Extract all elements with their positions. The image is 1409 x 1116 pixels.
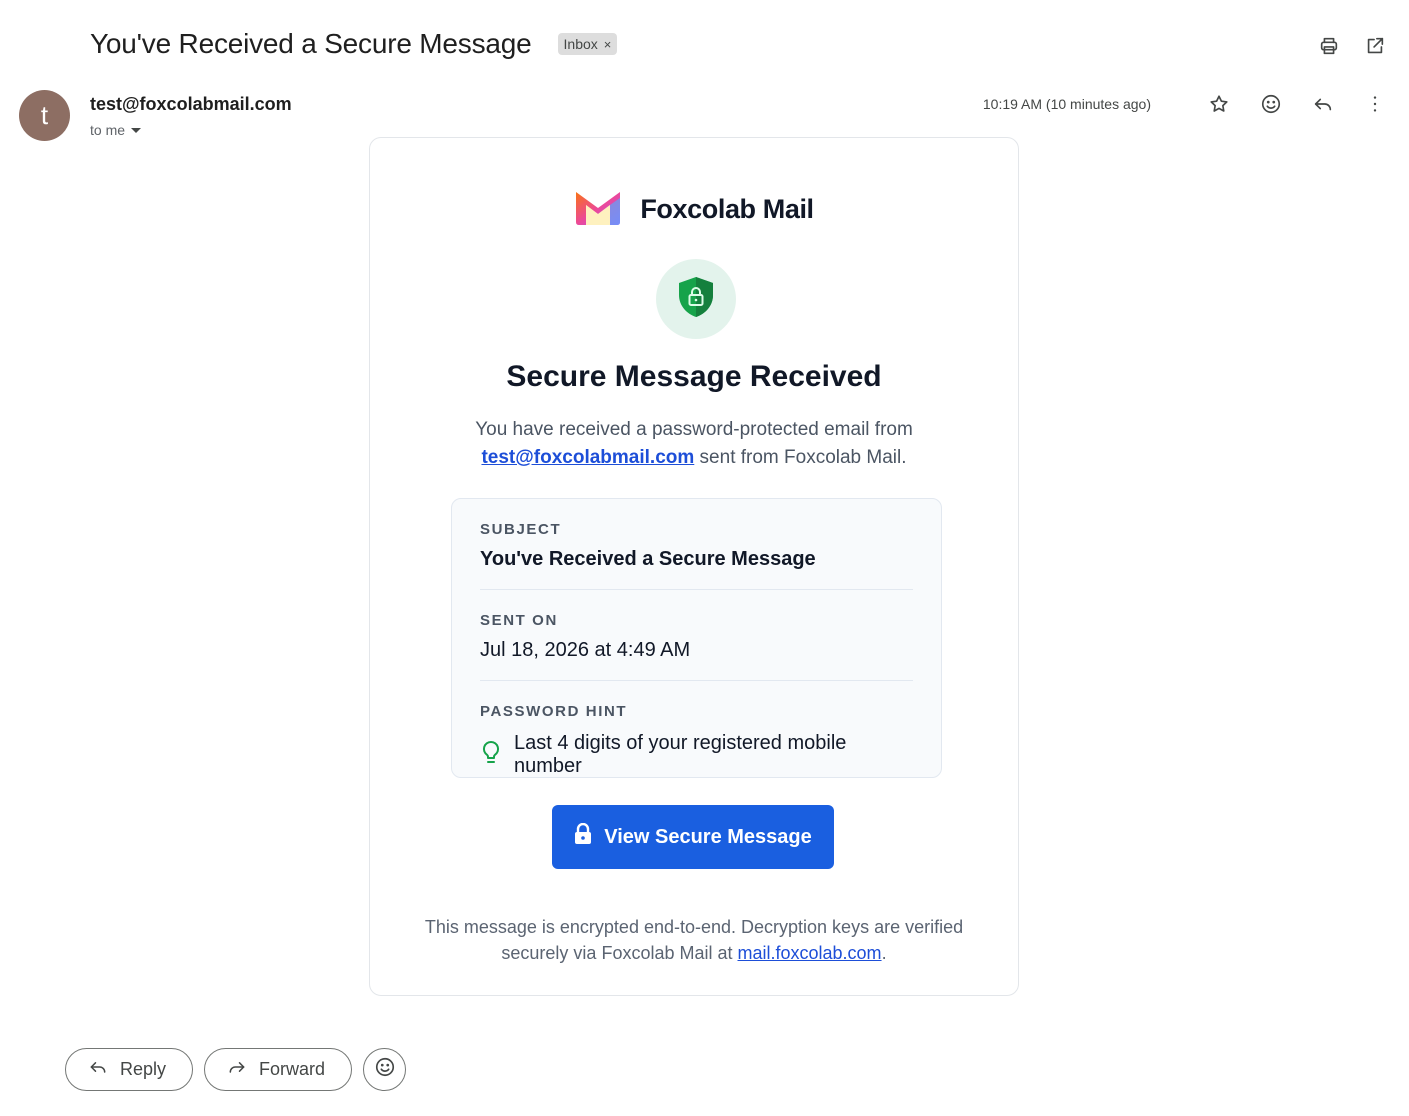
intro-prefix: You have received a password-protected e… xyxy=(475,419,913,440)
intro-suffix: sent from Foxcolab Mail. xyxy=(694,447,907,468)
intro-text: You have received a password-protected e… xyxy=(410,416,978,472)
sender-email-link[interactable]: test@foxcolabmail.com xyxy=(481,447,694,468)
subject-value: You've Received a Secure Message xyxy=(480,548,816,570)
open-in-new-window-icon[interactable] xyxy=(1363,34,1387,58)
hint-row: Last 4 digits of your registered mobile … xyxy=(480,732,913,778)
star-icon[interactable] xyxy=(1207,92,1231,116)
password-hint-value: Last 4 digits of your registered mobile … xyxy=(514,732,847,777)
cta-label: View Secure Message xyxy=(604,825,812,848)
timestamp: 10:19 AM (10 minutes ago) xyxy=(982,96,1151,112)
detail-subject: SUBJECT You've Received a Secure Message xyxy=(480,499,913,590)
print-icon[interactable] xyxy=(1317,34,1341,58)
brand-header: Foxcolab Mail xyxy=(370,188,1018,231)
subject-label: SUBJECT xyxy=(480,521,562,538)
shield-lock-icon xyxy=(676,275,716,324)
lightbulb-icon xyxy=(480,740,502,771)
message-toolbar: 10:19 AM (10 minutes ago) xyxy=(983,92,1387,116)
brand-name: Foxcolab Mail xyxy=(640,194,814,224)
thread-toolbar xyxy=(1317,34,1387,58)
inbox-label-chip[interactable]: Inbox × xyxy=(557,33,618,55)
forward-label: Forward xyxy=(259,1059,326,1079)
shield-badge xyxy=(656,259,736,339)
message-details-box: SUBJECT You've Received a Secure Message… xyxy=(451,498,942,778)
footer-suffix: . xyxy=(881,943,887,963)
card-heading: Secure Message Received xyxy=(506,360,882,393)
emoji-icon[interactable] xyxy=(1259,92,1283,116)
forward-button[interactable]: Forward xyxy=(204,1048,353,1091)
reply-icon[interactable] xyxy=(1311,92,1335,116)
react-emoji-button[interactable] xyxy=(363,1048,407,1091)
view-secure-message-button[interactable]: View Secure Message xyxy=(552,805,834,869)
recipient-label: to me xyxy=(90,122,126,138)
email-header: You've Received a Secure Message Inbox × xyxy=(90,28,618,60)
reply-actions: Reply Forward xyxy=(65,1048,407,1091)
more-vert-icon[interactable] xyxy=(1363,92,1387,116)
chevron-down-icon xyxy=(131,127,142,133)
detail-password-hint: PASSWORD HINT Last 4 digits of your regi… xyxy=(480,681,913,777)
reply-icon xyxy=(88,1057,108,1082)
reply-button[interactable]: Reply xyxy=(65,1048,194,1091)
detail-sent-on: SENT ON Jul 18, 2026 at 4:49 AM xyxy=(480,590,913,681)
remove-label-button[interactable]: × xyxy=(604,37,612,52)
avatar[interactable]: t xyxy=(19,90,70,141)
encryption-note: This message is encrypted end-to-end. De… xyxy=(390,914,998,966)
reply-label: Reply xyxy=(120,1059,167,1079)
sender-address[interactable]: test@foxcolabmail.com xyxy=(90,94,292,115)
lock-icon xyxy=(574,822,592,851)
label-name: Inbox xyxy=(563,36,598,52)
sent-on-value: Jul 18, 2026 at 4:49 AM xyxy=(480,639,691,661)
password-hint-label: PASSWORD HINT xyxy=(480,703,628,720)
sent-on-label: SENT ON xyxy=(480,612,558,629)
email-subject: You've Received a Secure Message xyxy=(90,28,532,59)
message-body-card: Foxcolab Mail Secure Message Received Yo… xyxy=(369,137,1019,996)
foxcolab-site-link[interactable]: mail.foxcolab.com xyxy=(738,943,882,963)
foxcolab-logo-icon xyxy=(574,188,622,231)
emoji-icon xyxy=(374,1056,396,1083)
forward-icon xyxy=(227,1057,247,1082)
recipient-details[interactable]: to me xyxy=(90,122,142,138)
